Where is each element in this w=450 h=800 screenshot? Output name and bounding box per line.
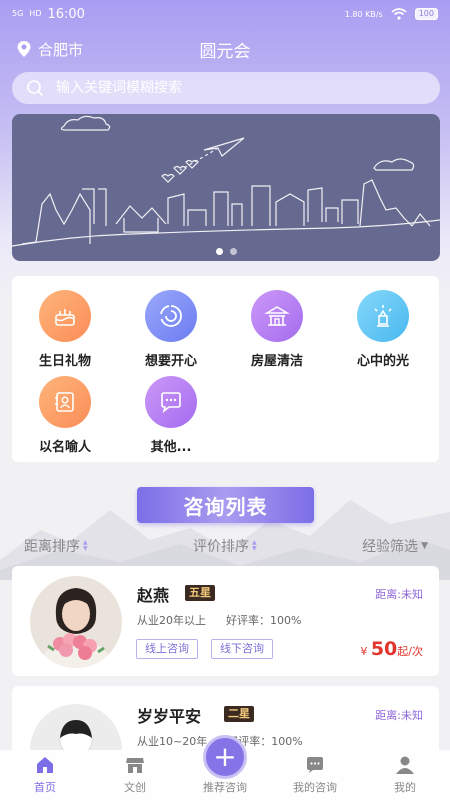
price-unit: 起/次 xyxy=(397,645,423,658)
tab-label: 首页 xyxy=(34,781,56,794)
category-label: 生日礼物 xyxy=(38,354,91,369)
status-time: 16:00 xyxy=(47,6,85,22)
tab-label: 文创 xyxy=(124,781,146,794)
user-icon xyxy=(396,756,414,774)
signal-indicator: 5G xyxy=(12,9,24,18)
level-badge: 五星 xyxy=(185,585,215,601)
category-grid: 生日礼物 想要开心 房屋清洁 心中的光 以名喻人 其他... xyxy=(12,276,439,462)
sort-by-distance[interactable]: 距离排序 ▲ ▼ xyxy=(24,536,88,556)
price-value: 50 xyxy=(370,638,398,660)
online-consult-tag[interactable]: 线上咨询 xyxy=(136,639,198,659)
sort-label: 距离排序 xyxy=(24,539,80,555)
banner-dot[interactable] xyxy=(215,248,223,255)
consultant-card[interactable]: 赵燕 五星 距离:未知 从业20年以上 好评率：100% 线上咨询 线下咨询 ¥ … xyxy=(12,566,439,676)
category-name-metaphor[interactable]: 以名喻人 xyxy=(12,376,118,455)
category-label: 想要开心 xyxy=(144,354,197,369)
add-button[interactable]: + xyxy=(203,735,247,779)
category-label: 其他... xyxy=(150,440,192,455)
home-icon xyxy=(37,757,53,773)
tab-mine[interactable]: 我的 xyxy=(360,750,450,800)
sort-label: 评价排序 xyxy=(193,539,250,555)
light-icon xyxy=(357,290,409,342)
category-label: 心中的光 xyxy=(356,354,409,369)
category-inner-light[interactable]: 心中的光 xyxy=(330,290,436,369)
city-skyline-illustration xyxy=(12,115,440,247)
price: ¥ 50起/次 xyxy=(360,638,423,660)
swirl-icon xyxy=(145,290,197,342)
net-speed: 1.80 KB/s xyxy=(344,9,383,19)
rating-label: 好评率：100% xyxy=(226,614,302,627)
level-badge: 二星 xyxy=(224,706,254,722)
app-header: 合肥市 圆元会 xyxy=(0,34,450,64)
sort-bar: 距离排序 ▲ ▼ 评价排序 ▲ ▼ 经验筛选 ▼ xyxy=(24,536,428,556)
sort-arrows-icon: ▲ ▼ xyxy=(83,539,88,552)
search-input[interactable] xyxy=(56,80,426,96)
chat-icon xyxy=(307,757,323,773)
search-icon xyxy=(27,80,44,97)
shop-icon xyxy=(126,758,144,773)
tab-home[interactable]: 首页 xyxy=(0,750,90,800)
offline-consult-tag[interactable]: 线下咨询 xyxy=(211,639,273,659)
consultant-meta: 从业20年以上 好评率：100% xyxy=(137,612,301,628)
banner-dot[interactable] xyxy=(229,248,237,255)
contact-card-icon xyxy=(39,376,91,428)
dropdown-arrow-icon: ▼ xyxy=(421,541,428,551)
tab-label: 我的咨询 xyxy=(293,781,337,794)
avatar xyxy=(30,576,122,668)
avatar xyxy=(30,704,122,756)
wifi-icon xyxy=(391,8,407,20)
filter-by-experience[interactable]: 经验筛选 ▼ xyxy=(362,536,428,556)
experience-label: 从业10~20年 xyxy=(137,735,208,748)
consultant-name: 赵燕 xyxy=(137,586,170,605)
banner-pagination xyxy=(12,248,440,255)
tab-culture[interactable]: 文创 xyxy=(90,750,180,800)
consult-list-title: 咨询列表 xyxy=(137,487,314,523)
promo-banner[interactable] xyxy=(12,114,440,261)
experience-label: 从业20年以上 xyxy=(137,614,206,627)
category-label: 房屋清洁 xyxy=(250,354,303,369)
sort-by-rating[interactable]: 评价排序 ▲ ▼ xyxy=(193,536,257,556)
hd-indicator: HD xyxy=(29,9,42,18)
category-be-happy[interactable]: 想要开心 xyxy=(118,290,224,369)
tab-label: 我的 xyxy=(394,781,416,794)
city-label: 合肥市 xyxy=(38,40,84,59)
category-birthday-gift[interactable]: 生日礼物 xyxy=(12,290,118,369)
pavilion-icon xyxy=(251,290,303,342)
location-pin-icon xyxy=(17,41,31,57)
chat-bubble-icon xyxy=(145,376,197,428)
category-other[interactable]: 其他... xyxy=(118,376,224,455)
distance-label: 距离:未知 xyxy=(375,709,423,722)
tab-label: 推荐咨询 xyxy=(203,781,247,794)
distance-label: 距离:未知 xyxy=(375,588,423,601)
price-symbol: ¥ xyxy=(360,645,368,658)
sort-label: 经验筛选 xyxy=(362,539,419,555)
category-house-cleaning[interactable]: 房屋清洁 xyxy=(224,290,330,369)
search-bar[interactable] xyxy=(12,72,440,104)
consultant-name: 岁岁平安 xyxy=(137,707,202,726)
status-bar: 5G HD 16:00 1.80 KB/s 100 xyxy=(0,0,450,28)
tab-my-consult[interactable]: 我的咨询 xyxy=(270,750,360,800)
category-label: 以名喻人 xyxy=(38,440,91,455)
sort-arrows-icon: ▲ ▼ xyxy=(252,539,257,552)
location-selector[interactable]: 合肥市 xyxy=(16,39,83,60)
cake-icon xyxy=(39,290,91,342)
battery-indicator: 100 xyxy=(414,8,438,20)
